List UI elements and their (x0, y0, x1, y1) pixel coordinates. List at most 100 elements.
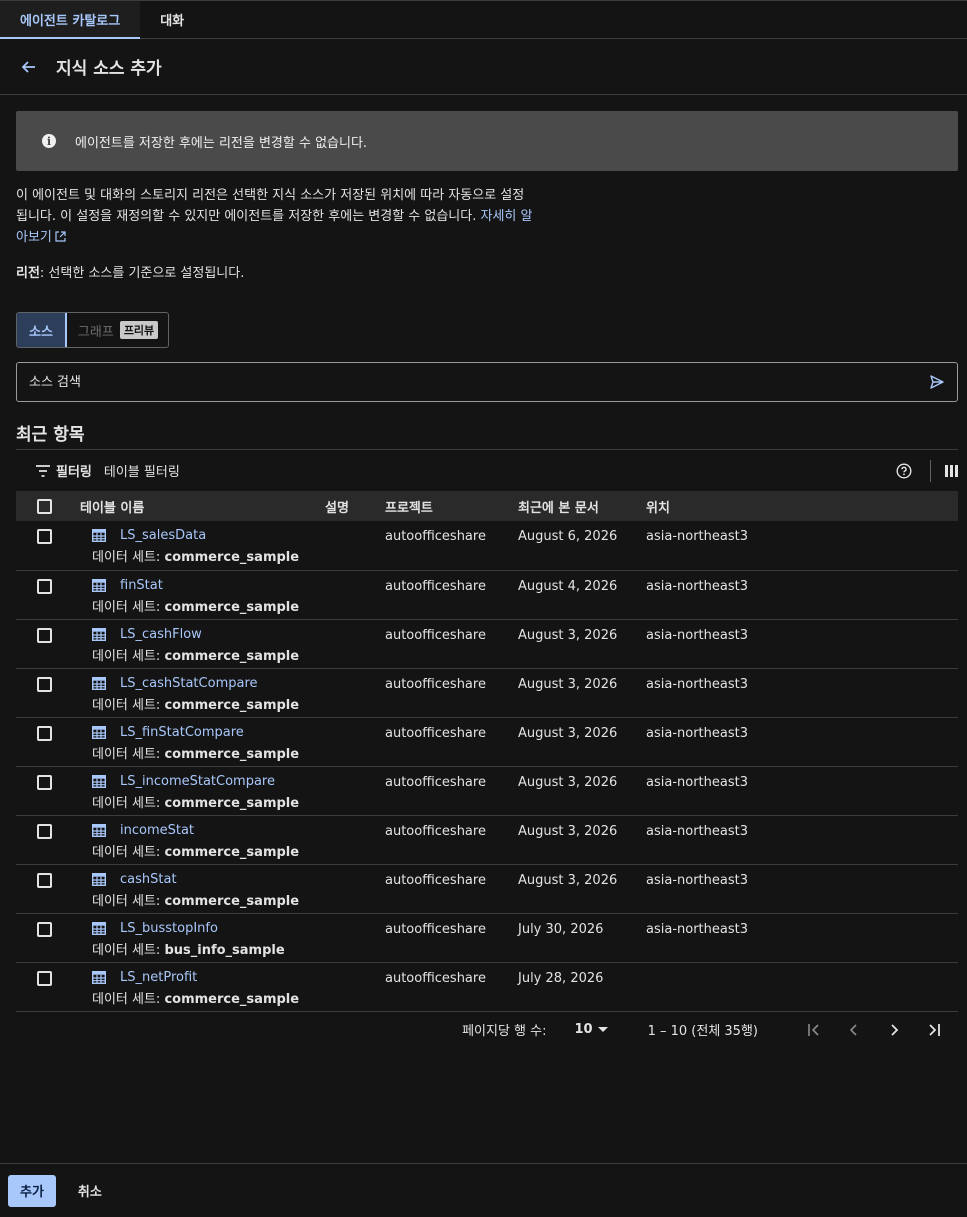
col-header-viewed[interactable]: 최근에 본 문서 (518, 491, 646, 521)
table-name-link[interactable]: LS_salesData (120, 528, 206, 543)
row-project: autoofficeshare (385, 970, 486, 986)
toggle-graph[interactable]: 그래프 프리뷰 (66, 313, 168, 347)
row-viewed: August 3, 2026 (518, 676, 618, 692)
table-icon (92, 725, 106, 739)
row-location: asia-northeast3 (646, 921, 748, 937)
row-project: autoofficeshare (385, 872, 486, 888)
tab-conversation[interactable]: 대화 (140, 1, 204, 38)
arrow-back-icon (21, 60, 35, 73)
region-info: 리전: 선택한 소스를 기준으로 설정됩니다. (16, 262, 958, 281)
description-text: 이 에이전트 및 대화의 스토리지 리전은 선택한 지식 소스가 저장된 위치에… (16, 188, 525, 224)
dataset-label: 데이터 세트: commerce_sample (80, 792, 325, 811)
row-viewed: August 3, 2026 (518, 872, 618, 888)
dataset-prefix: 데이터 세트: (92, 648, 165, 664)
table-row[interactable]: incomeStat 데이터 세트: commerce_sample autooff… (16, 815, 958, 864)
table-name-link[interactable]: LS_netProfit (120, 970, 197, 985)
prev-page-button[interactable] (842, 1018, 866, 1042)
row-checkbox[interactable] (37, 970, 52, 986)
table-row[interactable]: LS_salesData 데이터 세트: commerce_sample autoo… (16, 521, 958, 570)
tab-agent-catalog[interactable]: 에이전트 카탈로그 (0, 1, 141, 39)
row-checkbox[interactable] (37, 872, 52, 888)
table-name-link[interactable]: LS_cashStatCompare (120, 676, 258, 691)
dataset-name: commerce_sample (164, 746, 300, 762)
table-icon (92, 823, 106, 837)
row-viewed: August 3, 2026 (518, 774, 618, 790)
table-name-link[interactable]: incomeStat (120, 823, 194, 838)
row-project: autoofficeshare (385, 627, 486, 643)
footer-actions: 추가 취소 (0, 1163, 967, 1217)
filter-icon[interactable] (36, 464, 50, 477)
table-row[interactable]: LS_cashFlow 데이터 세트: commerce_sample autoof… (16, 619, 958, 668)
table-name-link[interactable]: LS_cashFlow (120, 627, 202, 642)
page-range: 1 – 10 (전체 35행) (647, 1024, 758, 1039)
row-viewed: August 6, 2026 (518, 529, 618, 544)
dataset-name: commerce_sample (164, 599, 300, 615)
send-icon[interactable] (929, 374, 945, 390)
select-all-checkbox[interactable] (37, 498, 52, 514)
table-icon (92, 627, 106, 641)
table-row[interactable]: LS_netProfit 데이터 세트: commerce_sample autoo… (16, 962, 958, 1011)
table-name-link[interactable]: LS_busstopInfo (120, 921, 218, 936)
row-checkbox[interactable] (37, 725, 52, 741)
dataset-name: commerce_sample (164, 844, 300, 860)
table-row[interactable]: cashStat 데이터 세트: commerce_sample autooffic… (16, 864, 958, 913)
table-name-link[interactable]: LS_incomeStatCompare (120, 774, 275, 789)
dataset-label: 데이터 세트: bus_info_sample (80, 939, 325, 958)
recent-title: 최근 항목 (16, 425, 85, 445)
toggle-source[interactable]: 소스 (17, 313, 67, 347)
row-checkbox[interactable] (37, 823, 52, 839)
add-button[interactable]: 추가 (8, 1174, 56, 1207)
info-icon: i (42, 134, 56, 148)
rows-per-page-select[interactable]: 10 (574, 1022, 608, 1037)
table-icon (92, 774, 106, 788)
row-location (646, 962, 958, 1011)
table-row[interactable]: LS_cashStatCompare 데이터 세트: commerce_sampl… (16, 668, 958, 717)
help-icon[interactable] (896, 462, 912, 479)
row-location: asia-northeast3 (646, 872, 748, 888)
toolbar-divider (930, 459, 931, 482)
table-icon (92, 970, 106, 984)
row-checkbox[interactable] (37, 578, 52, 594)
table-name-link[interactable]: finStat (120, 578, 163, 593)
table-icon (92, 529, 106, 542)
search-input[interactable] (29, 374, 929, 390)
table-row[interactable]: LS_incomeStatCompare 데이터 세트: commerce_sam… (16, 766, 958, 815)
table-row[interactable]: finStat 데이터 세트: commerce_sample autooffice… (16, 570, 958, 619)
table-icon (92, 578, 106, 592)
dataset-name: commerce_sample (164, 648, 300, 664)
row-checkbox[interactable] (37, 676, 52, 692)
col-header-name[interactable]: 테이블 이름 (80, 491, 325, 521)
pagination: 페이지당 행 수: 10 1 – 10 (전체 35행) (16, 1012, 958, 1048)
row-checkbox[interactable] (37, 921, 52, 937)
dataset-name: commerce_sample (164, 893, 300, 909)
dataset-name: commerce_sample (164, 550, 300, 565)
next-page-button[interactable] (882, 1018, 906, 1042)
col-header-project[interactable]: 프로젝트 (385, 491, 518, 521)
row-checkbox[interactable] (37, 529, 52, 544)
table-name-link[interactable]: LS_finStatCompare (120, 725, 244, 740)
row-checkbox[interactable] (37, 627, 52, 643)
table-icon (92, 676, 106, 690)
row-project: autoofficeshare (385, 774, 486, 790)
back-button[interactable] (16, 55, 40, 79)
dataset-label: 데이터 세트: commerce_sample (80, 546, 325, 565)
first-page-button[interactable] (802, 1018, 826, 1042)
row-desc (325, 619, 385, 668)
last-page-button[interactable] (922, 1018, 946, 1042)
row-desc (325, 962, 385, 1011)
row-project: autoofficeshare (385, 529, 486, 544)
row-location: asia-northeast3 (646, 774, 748, 790)
table-row[interactable]: LS_busstopInfo 데이터 세트: bus_info_sample aut… (16, 913, 958, 962)
first-page-icon (808, 1023, 819, 1036)
cancel-button[interactable]: 취소 (78, 1181, 102, 1200)
filter-input[interactable]: 테이블 필터링 (104, 461, 180, 480)
dropdown-arrow-icon (597, 1026, 608, 1032)
col-header-location[interactable]: 위치 (646, 491, 958, 521)
dataset-prefix: 데이터 세트: (92, 893, 165, 909)
table-name-link[interactable]: cashStat (120, 872, 177, 887)
row-checkbox[interactable] (37, 774, 52, 790)
column-display-icon[interactable] (945, 464, 958, 477)
col-header-desc[interactable]: 설명 (325, 491, 385, 521)
row-desc (325, 717, 385, 766)
table-row[interactable]: LS_finStatCompare 데이터 세트: commerce_sample… (16, 717, 958, 766)
